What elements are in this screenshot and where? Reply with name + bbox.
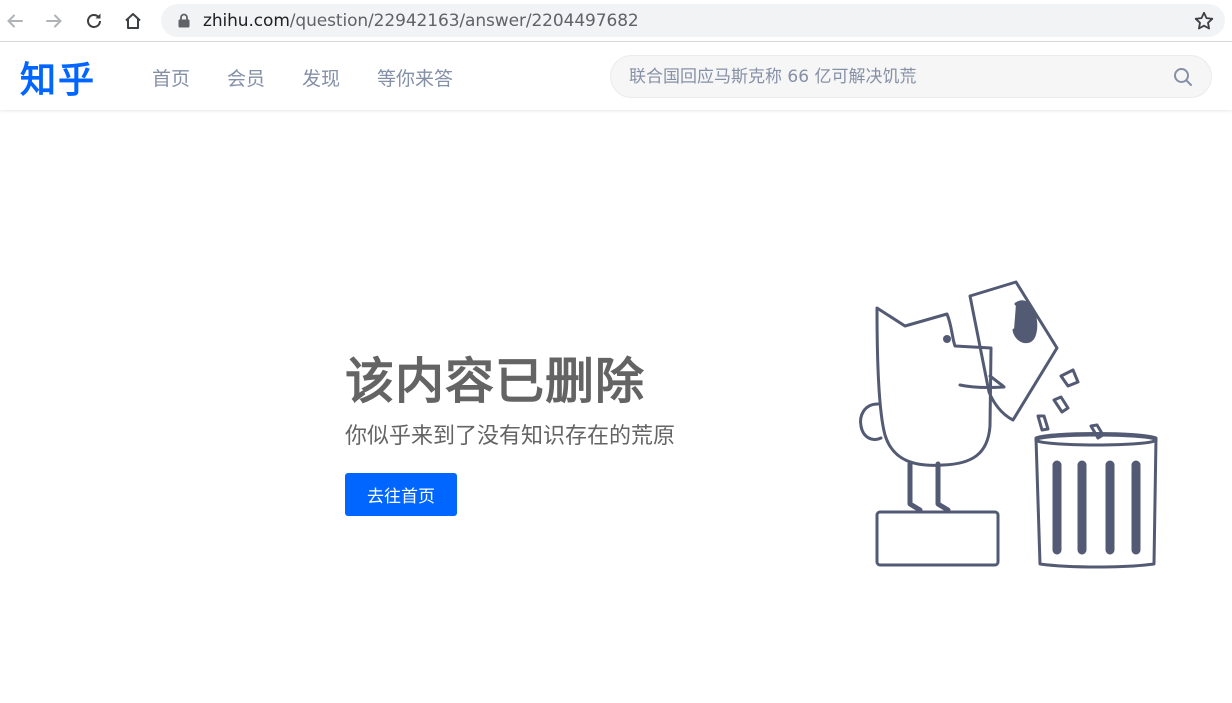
home-icon (125, 13, 141, 29)
browser-toolbar: zhihu.com/question/22942163/answer/22044… (0, 0, 1232, 42)
home-button[interactable] (120, 8, 146, 34)
reload-button[interactable] (81, 8, 107, 34)
paper-bit-3 (1036, 414, 1050, 432)
bucket-shape (968, 280, 1059, 422)
nav-item-vip[interactable]: 会员 (227, 64, 265, 91)
star-icon[interactable] (1193, 10, 1215, 32)
trash-can-stripes (1052, 460, 1141, 555)
bucket-rim (1012, 300, 1038, 344)
dog-arm (958, 374, 1006, 390)
paper-bit-1 (1059, 368, 1080, 388)
nav-item-explore[interactable]: 发现 (302, 64, 340, 91)
url-path: /question/22942163/answer/2204497682 (289, 11, 639, 31)
search-input[interactable] (629, 56, 1169, 97)
main-nav: 首页 会员 发现 等你来答 (152, 64, 490, 91)
nav-item-home[interactable]: 首页 (152, 64, 190, 91)
error-title: 该内容已删除 (345, 353, 646, 410)
back-button[interactable] (2, 8, 28, 34)
lock-icon (178, 13, 190, 28)
dog-eye (943, 335, 951, 343)
search-icon[interactable] (1173, 67, 1193, 87)
zhihu-logo[interactable]: 知乎 (20, 51, 96, 103)
trash-can-top (1034, 433, 1158, 447)
dog-trash-illustration (859, 280, 1158, 569)
pedestal-shape (875, 510, 1000, 567)
reload-icon (87, 13, 101, 28)
address-bar[interactable]: zhihu.com/question/22942163/answer/22044… (161, 4, 1225, 37)
url-host: zhihu.com (203, 11, 290, 31)
dog-tail (859, 402, 883, 441)
nav-item-waiting[interactable]: 等你来答 (377, 64, 453, 91)
forward-button[interactable] (41, 8, 67, 34)
dog-legs (907, 461, 951, 513)
error-subtitle: 你似乎来到了没有知识存在的荒原 (345, 424, 676, 449)
go-home-button[interactable]: 去往首页 (345, 473, 457, 516)
paper-bit-2 (1052, 395, 1070, 414)
arrow-left-icon (7, 14, 23, 28)
arrow-right-icon (46, 14, 62, 28)
error-page: 该内容已删除 你似乎来到了没有知识存在的荒原 去往首页 (0, 110, 1232, 703)
site-header: 知乎 首页 会员 发现 等你来答 (0, 42, 1232, 110)
url-text: zhihu.com/question/22942163/answer/22044… (203, 11, 639, 31)
search-box (610, 55, 1212, 98)
